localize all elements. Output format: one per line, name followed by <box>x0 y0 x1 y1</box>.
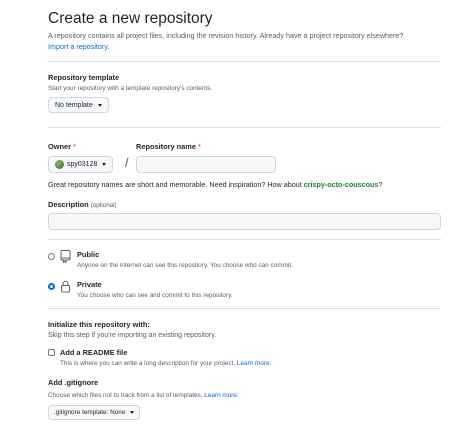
private-radio[interactable] <box>48 283 55 290</box>
readme-checkbox[interactable] <box>48 349 55 356</box>
description-label: Description (optional) <box>48 200 117 209</box>
page-subtitle: A repository contains all project files,… <box>48 31 404 40</box>
repo-name-input[interactable] <box>136 156 276 173</box>
gitignore-label: Add .gitignore <box>48 378 99 387</box>
template-dropdown-button[interactable]: No template <box>48 97 109 113</box>
divider <box>48 127 441 128</box>
page-title: Create a new repository <box>48 10 213 27</box>
description-input[interactable] <box>48 213 441 230</box>
repo-name-label-text: Repository name <box>136 142 196 151</box>
import-repository-link[interactable]: Import a repository. <box>48 42 109 51</box>
owner-label: Owner * <box>48 142 76 151</box>
readme-learn-more-link[interactable]: Learn more. <box>237 360 271 367</box>
initialize-hint: Skip this step if you're importing an ex… <box>48 332 217 339</box>
repo-name-label: Repository name * <box>136 142 201 151</box>
name-suggestion[interactable]: crispy-octo-couscous <box>304 180 379 189</box>
repo-name-hint-end: ? <box>378 180 383 189</box>
public-radio[interactable] <box>48 253 55 260</box>
divider <box>48 61 441 62</box>
gitignore-template-dropdown[interactable]: .gitignore template: None <box>48 405 141 420</box>
avatar <box>55 160 64 169</box>
gitignore-learn-more-link[interactable]: Learn more. <box>204 392 238 399</box>
owner-dropdown-button[interactable]: spy03128 <box>48 156 114 173</box>
repo-icon <box>60 250 71 263</box>
gitignore-hint-text: Choose which files not to track from a l… <box>48 392 203 399</box>
divider <box>48 308 441 309</box>
public-description: Anyone on the internet can see this repo… <box>77 262 293 269</box>
chevron-down-icon <box>97 103 102 107</box>
private-description: You choose who can see and commit to thi… <box>77 292 233 299</box>
template-hint: Start your repository with a template re… <box>48 85 213 92</box>
gitignore-template-label: .gitignore template: None <box>54 409 126 416</box>
lock-icon <box>61 280 70 293</box>
description-label-text: Description <box>48 200 89 209</box>
owner-label-text: Owner <box>48 142 71 151</box>
readme-description: This is where you can write a long descr… <box>60 360 271 367</box>
chevron-down-icon <box>130 411 135 414</box>
chevron-down-icon <box>102 163 107 166</box>
repo-name-hint-text: Great repository names are short and mem… <box>48 180 304 189</box>
template-label: Repository template <box>48 73 120 82</box>
divider <box>48 239 441 240</box>
owner-repo-separator: / <box>125 155 129 170</box>
public-label: Public <box>77 250 100 259</box>
template-dropdown-label: No template <box>55 101 93 109</box>
readme-label: Add a README file <box>60 348 128 357</box>
optional-marker: (optional) <box>90 202 117 209</box>
required-marker: * <box>73 142 76 151</box>
owner-value: spy03128 <box>67 161 98 168</box>
gitignore-hint: Choose which files not to track from a l… <box>48 392 239 399</box>
initialize-heading: Initialize this repository with: <box>48 320 150 329</box>
required-marker: * <box>198 142 201 151</box>
repo-name-hint: Great repository names are short and mem… <box>48 180 382 189</box>
private-label: Private <box>77 280 102 289</box>
readme-description-text: This is where you can write a long descr… <box>60 360 236 367</box>
